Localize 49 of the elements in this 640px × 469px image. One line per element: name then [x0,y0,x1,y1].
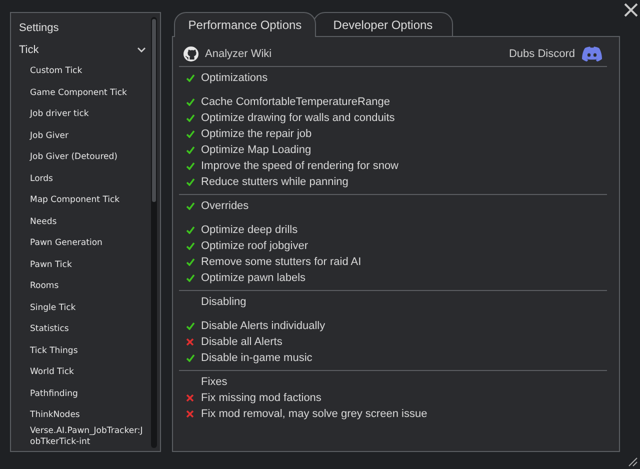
sidebar-item[interactable]: Custom Tick [11,61,160,82]
sidebar-item[interactable]: Pawn Tick [11,254,160,276]
section-title: Optimizations [201,72,268,84]
option-label[interactable]: Optimize Map Loading [201,144,312,156]
tab[interactable]: Developer Options [313,12,453,37]
sidebar-item[interactable]: Verse.AI.Pawn_JobTracker:JobTkerTick-int [11,426,160,448]
option-label[interactable]: Optimize the repair job [201,128,312,140]
option-label[interactable]: Disable all Alerts [201,336,282,348]
option-label[interactable]: Optimize deep drills [201,224,298,236]
option-label[interactable]: Remove some stutters for raid AI [201,256,362,268]
sidebar-item[interactable]: Job Giver [11,126,160,147]
option-label[interactable]: Disable in-game music [201,352,312,364]
section-title: Fixes [201,376,228,388]
sidebar-item[interactable]: Job Giver (Detoured) [11,147,160,168]
chevron-icon [137,47,146,53]
option-label[interactable]: Optimize roof jobgiver [201,240,308,252]
sidebar-item[interactable]: Lords [11,168,160,190]
sidebar-item[interactable]: Game Component Tick [11,82,160,104]
wiki-link[interactable]: Analyzer Wiki [183,46,272,62]
sidebar-item[interactable]: Single Tick [11,298,160,319]
sidebar-item[interactable]: Rooms [11,276,160,298]
discord-link[interactable]: Dubs Discord [508,46,603,62]
option-label[interactable]: Optimize pawn labels [201,272,306,284]
sidebar-item[interactable]: Pathfinding [11,384,160,405]
tab[interactable]: Performance Options [174,12,316,37]
sidebar-item[interactable]: ThinkNodes [11,405,160,426]
sidebar-item[interactable]: Tick Things [11,340,160,362]
discord-icon [581,46,603,62]
scrollbar[interactable] [151,17,157,448]
option-label[interactable]: Cache ComfortableTemperatureRange [201,96,390,108]
option-label[interactable]: Optimize drawing for walls and conduits [201,112,395,124]
sidebar-item[interactable]: Map Component Tick [11,190,160,212]
section-title: Overrides [201,200,249,212]
option-label[interactable]: Improve the speed of rendering for snow [201,160,399,172]
option-label[interactable]: Disable Alerts individually [201,320,326,332]
sidebar-item[interactable]: World Tick [11,362,160,384]
sidebar-item[interactable]: Needs [11,212,160,233]
resize-grip-icon[interactable] [628,457,638,467]
option-label[interactable]: Fix missing mod factions [201,392,322,404]
section-title: Disabling [201,296,246,308]
github-icon [183,46,199,62]
sidebar-group[interactable]: Tick [11,39,160,61]
close-button[interactable] [624,3,638,17]
sidebar-item[interactable]: Statistics [11,319,160,340]
sidebar-item[interactable]: Settings [11,17,160,39]
sidebar-item[interactable]: Pawn Generation [11,233,160,254]
option-label[interactable]: Reduce stutters while panning [201,176,348,188]
sidebar-item[interactable]: Job driver tick [11,104,160,126]
option-label[interactable]: Fix mod removal, may solve grey screen issue [201,408,428,420]
